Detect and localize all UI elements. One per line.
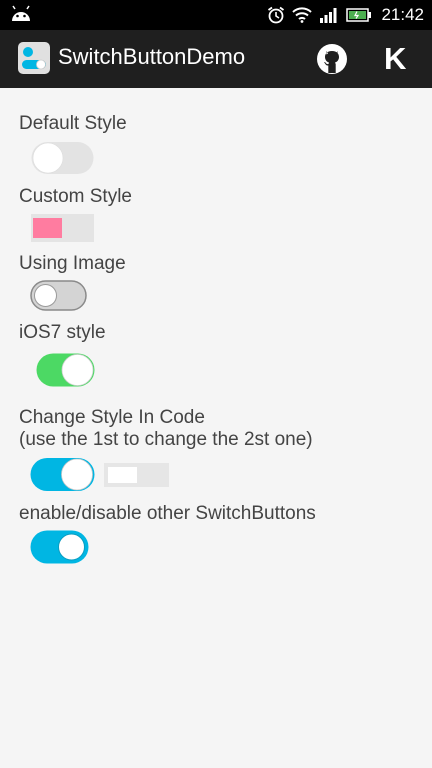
default-style-label: Default Style — [19, 113, 127, 134]
github-icon[interactable] — [315, 42, 349, 76]
ios7-style-label: iOS7 style — [19, 322, 106, 343]
k-icon[interactable]: K — [384, 41, 406, 77]
status-time: 21:42 — [381, 5, 424, 24]
signal-icon — [320, 8, 337, 23]
change-style-label-line2: (use the 1st to change the 2st one) — [19, 429, 313, 450]
enable-disable-switch[interactable] — [30, 530, 90, 565]
alarm-icon — [268, 6, 285, 24]
default-style-switch[interactable] — [31, 141, 95, 176]
enable-disable-label: enable/disable other SwitchButtons — [19, 503, 316, 524]
change-style-first-switch[interactable] — [30, 457, 96, 493]
change-style-label: Change Style In Code (use the 1st to cha… — [19, 407, 313, 451]
custom-style-label: Custom Style — [19, 186, 132, 207]
change-style-second-switch[interactable] — [104, 463, 170, 489]
custom-style-switch[interactable] — [31, 213, 95, 243]
using-image-label: Using Image — [19, 253, 126, 274]
change-style-label-line1: Change Style In Code — [19, 407, 205, 428]
app-title: SwitchButtonDemo — [58, 44, 246, 69]
wifi-icon — [292, 7, 313, 23]
using-image-switch[interactable] — [30, 280, 88, 312]
android-icon — [12, 5, 30, 21]
app-logo-icon — [18, 42, 50, 74]
ios7-style-switch[interactable] — [36, 353, 96, 388]
battery-icon — [346, 8, 372, 22]
status-bar: 21:42 — [0, 0, 432, 30]
